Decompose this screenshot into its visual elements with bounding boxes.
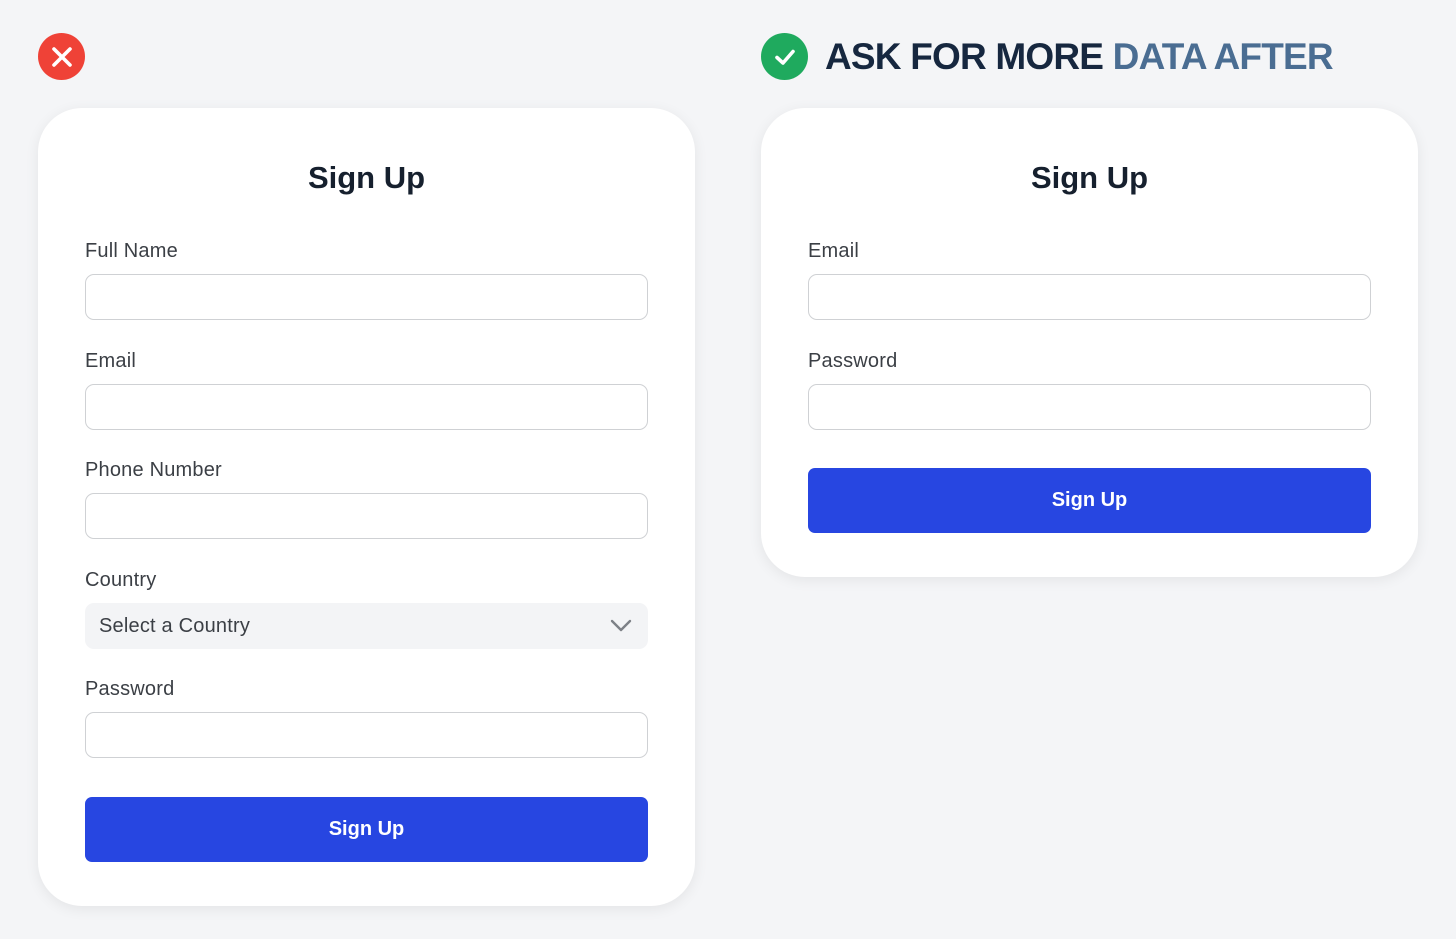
email-input[interactable] [85, 384, 648, 430]
password-input[interactable] [808, 384, 1371, 430]
full-name-input[interactable] [85, 274, 648, 320]
email-label: Email [85, 350, 137, 372]
headline-part-accent: DATA AFTER [1112, 36, 1334, 77]
checkmark-icon [774, 49, 795, 65]
bad-example-badge [38, 33, 85, 80]
email-input[interactable] [808, 274, 1371, 320]
long-signup-form-card: Sign Up Full Name Email Phone Number Cou… [38, 108, 695, 906]
headline-part-dark: ASK FOR MORE [825, 36, 1113, 77]
country-label: Country [85, 569, 157, 591]
chevron-down-icon [610, 619, 632, 632]
sign-up-button[interactable]: Sign Up [85, 797, 648, 862]
sign-up-button[interactable]: Sign Up [808, 468, 1371, 533]
email-label: Email [808, 240, 860, 262]
phone-number-input[interactable] [85, 493, 648, 539]
country-select[interactable]: Select a Country [85, 603, 648, 649]
form-title: Sign Up [307, 160, 426, 195]
form-title: Sign Up [1030, 160, 1149, 195]
short-signup-form-card: Sign Up Email Password Sign Up [761, 108, 1418, 577]
password-label: Password [808, 350, 898, 372]
headline: ASK FOR MORE DATA AFTER [825, 33, 1334, 80]
country-select-value: Select a Country [99, 614, 251, 637]
x-mark-icon [51, 46, 72, 67]
phone-number-label: Phone Number [85, 459, 222, 481]
password-label: Password [85, 678, 175, 700]
full-name-label: Full Name [85, 240, 178, 262]
password-input[interactable] [85, 712, 648, 758]
good-example-badge [761, 33, 808, 80]
